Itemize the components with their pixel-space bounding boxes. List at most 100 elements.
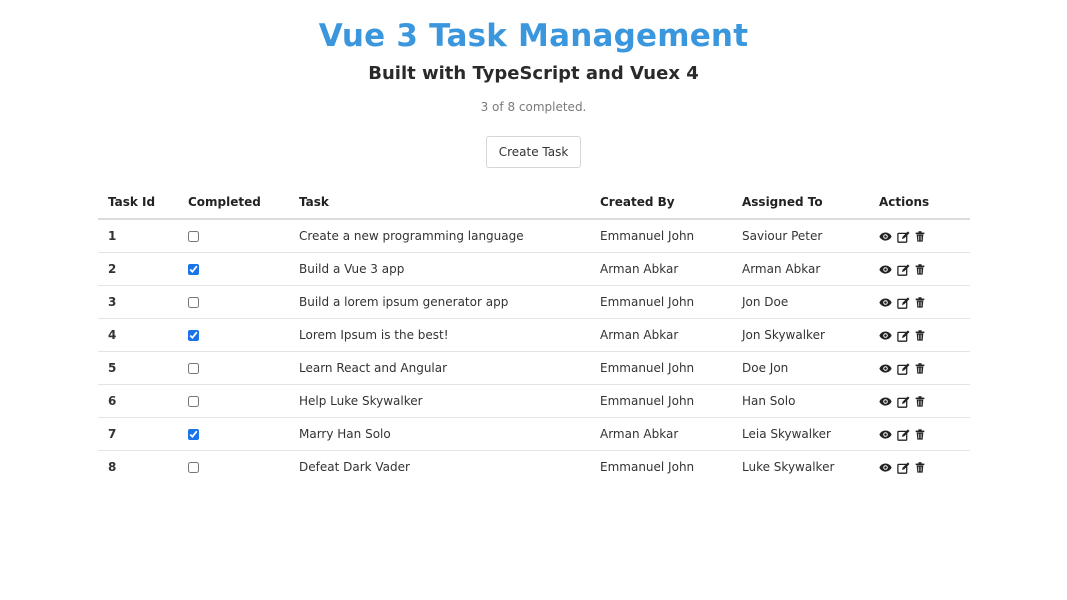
column-header-task: Task <box>289 186 590 220</box>
table-body: 1 Create a new programming language Emmanu… <box>98 219 970 483</box>
trash-icon[interactable] <box>915 330 925 341</box>
table-row: 2 Build a Vue 3 app Arman Abkar Arman Abkar <box>98 252 970 286</box>
actions-cell <box>869 285 970 319</box>
trash-icon[interactable] <box>915 297 925 308</box>
header-row: Task Id Completed Task Created By Assign… <box>98 186 970 220</box>
completed-checkbox[interactable] <box>188 330 199 341</box>
task-title-cell: Lorem Ipsum is the best! <box>289 318 590 352</box>
assigned-to-cell: Jon Skywalker <box>732 318 869 352</box>
completed-checkbox[interactable] <box>188 363 199 374</box>
eye-icon[interactable] <box>879 396 892 407</box>
task-id-cell: 7 <box>98 417 178 451</box>
created-by-cell: Arman Abkar <box>590 318 732 352</box>
edit-icon[interactable] <box>897 428 910 441</box>
table-row: 3 Build a lorem ipsum generator app Emmanu… <box>98 285 970 319</box>
task-title-cell: Defeat Dark Vader <box>299 460 410 474</box>
completion-status: 3 of 8 completed. <box>480 100 587 114</box>
completed-cell <box>178 417 289 451</box>
created-by-cell: Emmanuel John <box>590 285 732 319</box>
table-row: 7 Marry Han Solo Arman Abkar Leia Skywalker <box>98 417 970 451</box>
column-header-task-id: Task Id <box>98 186 178 220</box>
assigned-to-cell: Luke Skywalker <box>742 460 835 474</box>
edit-icon[interactable] <box>897 263 910 276</box>
trash-icon[interactable] <box>915 396 925 407</box>
completed-checkbox[interactable] <box>188 462 199 473</box>
assigned-to-cell: Leia Skywalker <box>732 417 869 451</box>
task-id-cell: 6 <box>98 384 178 418</box>
table-row: 4 Lorem Ipsum is the best! Arman Abkar Jon … <box>98 318 970 352</box>
completed-cell <box>178 219 289 253</box>
created-by-cell: Emmanuel John <box>590 351 732 385</box>
app-root: Vue 3 Task Management Built with TypeScr… <box>0 0 1067 600</box>
column-header-actions: Actions <box>869 186 970 220</box>
created-by-cell: Arman Abkar <box>590 417 732 451</box>
trash-icon[interactable] <box>915 363 925 374</box>
column-header-created-by: Created By <box>590 186 732 220</box>
created-by-cell: Emmanuel John <box>590 219 732 253</box>
eye-icon[interactable] <box>879 297 892 308</box>
actions-cell <box>869 318 970 352</box>
completed-checkbox[interactable] <box>188 429 199 440</box>
assigned-to-cell: Jon Doe <box>732 285 869 319</box>
completed-cell <box>178 451 289 484</box>
eye-icon[interactable] <box>879 462 892 473</box>
toolbar: Create Task <box>0 136 1067 168</box>
column-header-assigned-to: Assigned To <box>732 186 869 220</box>
edit-icon[interactable] <box>897 329 910 342</box>
task-id-cell: 3 <box>98 285 178 319</box>
page-title: Vue 3 Task Management <box>318 18 749 54</box>
table-row: 1 Create a new programming language Emmanu… <box>98 219 970 253</box>
actions-cell <box>869 219 970 253</box>
completed-cell <box>178 384 289 418</box>
actions-cell <box>869 252 970 286</box>
completed-checkbox[interactable] <box>188 231 199 242</box>
actions-cell <box>869 417 970 451</box>
edit-icon[interactable] <box>897 461 910 474</box>
table-row: 8 Defeat Dark Vader Emmanuel John Luke Skyw… <box>98 451 970 484</box>
task-id-cell: 4 <box>98 318 178 352</box>
edit-icon[interactable] <box>897 362 910 375</box>
trash-icon[interactable] <box>915 462 925 473</box>
created-by-cell: Emmanuel John <box>600 460 695 474</box>
completed-cell <box>178 252 289 286</box>
task-id-cell: 2 <box>98 252 178 286</box>
trash-icon[interactable] <box>915 231 925 242</box>
table-row: 6 Help Luke Skywalker Emmanuel John Han Sol… <box>98 384 970 418</box>
column-header-completed: Completed <box>178 186 289 220</box>
eye-icon[interactable] <box>879 231 892 242</box>
create-task-button[interactable]: Create Task <box>485 136 582 168</box>
created-by-cell: Arman Abkar <box>590 252 732 286</box>
actions-cell <box>869 451 970 484</box>
eye-icon[interactable] <box>879 363 892 374</box>
edit-icon[interactable] <box>897 230 910 243</box>
task-title-cell: Learn React and Angular <box>289 351 590 385</box>
assigned-to-cell: Arman Abkar <box>732 252 869 286</box>
table-row: 5 Learn React and Angular Emmanuel John Doe… <box>98 351 970 385</box>
eye-icon[interactable] <box>879 264 892 275</box>
edit-icon[interactable] <box>897 296 910 309</box>
tasks-table: Task Id Completed Task Created By Assign… <box>98 186 970 483</box>
eye-icon[interactable] <box>879 429 892 440</box>
trash-icon[interactable] <box>915 429 925 440</box>
created-by-cell: Emmanuel John <box>590 384 732 418</box>
assigned-to-cell: Saviour Peter <box>732 219 869 253</box>
completed-cell <box>178 285 289 319</box>
assigned-to-cell: Doe Jon <box>732 351 869 385</box>
actions-cell <box>869 351 970 385</box>
task-title-cell: Marry Han Solo <box>289 417 590 451</box>
completed-cell <box>178 351 289 385</box>
task-id-cell: 8 <box>108 460 117 474</box>
task-title-cell: Build a lorem ipsum generator app <box>289 285 590 319</box>
eye-icon[interactable] <box>879 330 892 341</box>
task-title-cell: Build a Vue 3 app <box>289 252 590 286</box>
completed-checkbox[interactable] <box>188 264 199 275</box>
task-title-cell: Help Luke Skywalker <box>289 384 590 418</box>
completed-cell <box>178 318 289 352</box>
completed-checkbox[interactable] <box>188 396 199 407</box>
edit-icon[interactable] <box>897 395 910 408</box>
task-id-cell: 1 <box>98 219 178 253</box>
actions-cell <box>869 384 970 418</box>
completed-checkbox[interactable] <box>188 297 199 308</box>
table-header: Task Id Completed Task Created By Assign… <box>98 186 970 220</box>
trash-icon[interactable] <box>915 264 925 275</box>
